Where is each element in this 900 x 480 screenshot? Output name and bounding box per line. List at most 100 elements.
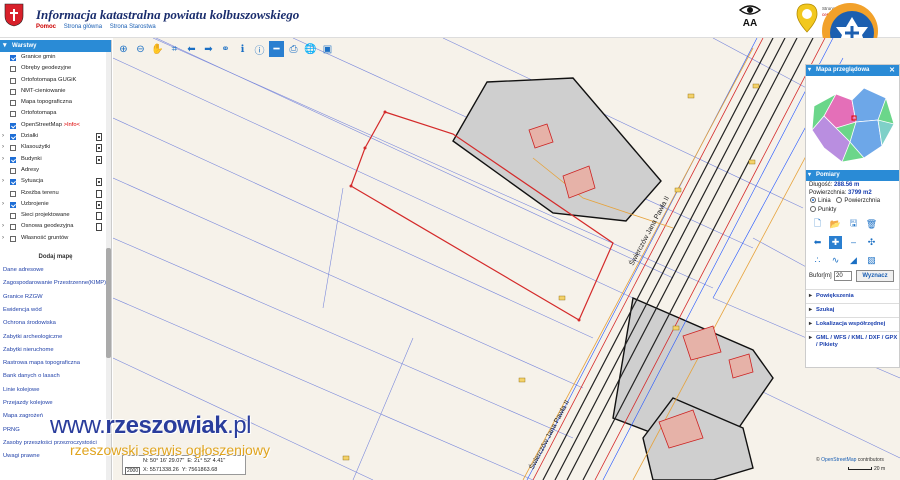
zoom-in-icon[interactable]: ⊕ <box>116 41 131 57</box>
new-document-icon[interactable]: 🗋 <box>811 218 824 231</box>
starostwo-link[interactable]: Strona Starostwa <box>110 24 156 30</box>
layer-item[interactable]: Granice gmin <box>0 52 111 63</box>
profile-icon[interactable]: ◢ <box>847 254 860 267</box>
expand-chevron-icon[interactable]: › <box>2 233 4 244</box>
layer-checkbox[interactable] <box>10 55 16 61</box>
section-search[interactable]: Szukaj <box>806 303 899 317</box>
move-vertex-icon[interactable]: ✣ <box>865 236 878 249</box>
buffer-input[interactable]: 20 <box>834 271 852 281</box>
remove-vertex-icon[interactable]: ‒ <box>847 236 860 249</box>
overview-map-graphic[interactable] <box>806 76 899 170</box>
measure-header[interactable]: Pomiary <box>806 170 899 181</box>
layer-checkbox[interactable] <box>10 156 16 163</box>
layer-info-link[interactable]: >Info< <box>64 122 80 128</box>
legend-document-icon[interactable] <box>96 212 102 221</box>
extra-map-link[interactable]: Zabytki archeologiczne <box>0 331 111 344</box>
extra-map-link[interactable]: Linie kolejowe <box>0 384 111 397</box>
layer-checkbox[interactable] <box>10 88 16 95</box>
arrow-left-icon[interactable]: ⬅ <box>811 236 824 249</box>
link-icon[interactable]: ⚭ <box>218 41 233 57</box>
layer-item[interactable]: Rzeźba terenu <box>0 188 111 199</box>
layer-checkbox[interactable] <box>10 190 16 197</box>
print-icon[interactable]: ⎙ <box>286 41 301 57</box>
expand-chevron-icon[interactable]: › <box>2 142 4 153</box>
layer-checkbox[interactable] <box>10 122 16 129</box>
mode-points-radio[interactable]: Punkty <box>806 206 899 215</box>
legend-document-icon[interactable] <box>96 178 102 187</box>
layer-checkbox[interactable] <box>10 66 16 73</box>
help-link[interactable]: Pomoc <box>36 24 56 30</box>
layer-checkbox[interactable] <box>10 134 16 141</box>
layer-checkbox[interactable] <box>10 201 16 208</box>
mode-line-radio[interactable]: Linia <box>810 197 831 204</box>
snap-icon[interactable]: ∴ <box>811 254 824 267</box>
layer-item[interactable]: › Osnowa geodezyjna <box>0 221 111 232</box>
extra-map-link[interactable]: Ochrona środowiska <box>0 317 111 330</box>
extra-map-link[interactable]: Zabytki nieruchome <box>0 344 111 357</box>
section-export-formats[interactable]: GML / WFS / KML / DXF / GPX / Pikiety <box>806 331 899 352</box>
legend-document-icon[interactable] <box>96 189 102 198</box>
extra-map-link[interactable]: Dane adresowe <box>0 264 111 277</box>
layer-item[interactable]: Adresy <box>0 165 111 176</box>
open-folder-icon[interactable]: 📂 <box>829 218 842 231</box>
overview-map-header[interactable]: Mapa przeglądowa✕ <box>806 65 899 76</box>
zoom-out-icon[interactable]: ⊖ <box>133 41 148 57</box>
layer-item[interactable]: › Uzbrojenie <box>0 199 111 210</box>
layer-item[interactable]: › Własność gruntów <box>0 233 111 244</box>
legend-document-icon[interactable] <box>96 223 102 232</box>
osm-link[interactable]: OpenStreetMap <box>821 457 856 463</box>
section-coordinate-location[interactable]: Lokalizacja współrzędnej <box>806 317 899 331</box>
feature-info-icon[interactable]: ⓘ <box>252 41 267 57</box>
layer-item[interactable]: Sieci projektowane <box>0 210 111 221</box>
add-vertex-icon[interactable]: ✚ <box>829 235 842 249</box>
layer-item[interactable]: › Działki <box>0 131 111 142</box>
forward-arrow-icon[interactable]: ➡ <box>201 41 216 57</box>
layer-checkbox[interactable] <box>10 111 16 118</box>
layer-checkbox[interactable] <box>10 100 16 107</box>
layers-panel-header[interactable]: Warstwy <box>0 40 111 52</box>
layers-scroll-thumb[interactable] <box>106 248 111 358</box>
compute-buffer-button[interactable]: Wyznacz <box>856 270 894 282</box>
layer-checkbox[interactable] <box>10 167 16 174</box>
legend-document-icon[interactable] <box>96 144 102 153</box>
pan-hand-icon[interactable]: ✋ <box>150 41 165 57</box>
polyline-icon[interactable]: ∿ <box>829 254 842 267</box>
layer-checkbox[interactable] <box>10 235 16 242</box>
legend-document-icon[interactable] <box>96 133 102 142</box>
overview-map[interactable] <box>806 76 899 170</box>
main-page-link[interactable]: Strona główna <box>64 24 102 30</box>
globe-icon[interactable]: 🌐 <box>303 41 318 57</box>
layer-checkbox[interactable] <box>10 213 16 220</box>
layer-item[interactable]: › Sytuacja <box>0 176 111 187</box>
legend-document-icon[interactable] <box>96 155 102 164</box>
layer-item[interactable]: Ortofotomapa <box>0 108 111 119</box>
save-icon[interactable]: 🖫 <box>847 218 860 231</box>
extra-map-link[interactable]: Zagospodarowanie Przestrzenne(KIMP) <box>0 277 111 290</box>
cube-icon[interactable]: ▧ <box>865 254 878 267</box>
layer-item[interactable]: Mapa topograficzna <box>0 97 111 108</box>
section-zoom[interactable]: Powiększenia <box>806 289 899 303</box>
layer-checkbox[interactable] <box>10 145 16 152</box>
expand-chevron-icon[interactable]: › <box>2 154 4 165</box>
extra-map-link[interactable]: Przejazdy kolejowe <box>0 397 111 410</box>
extra-map-link[interactable]: Bank danych o lasach <box>0 370 111 383</box>
legend-document-icon[interactable] <box>96 200 102 209</box>
expand-chevron-icon[interactable]: › <box>2 199 4 210</box>
layer-checkbox[interactable] <box>10 77 16 84</box>
expand-chevron-icon[interactable]: › <box>2 221 4 232</box>
measure-icon[interactable]: ━ <box>269 41 284 57</box>
info-icon[interactable]: ℹ <box>235 41 250 57</box>
layer-item[interactable]: › Klasoużytki <box>0 142 111 153</box>
delete-icon[interactable]: 🗑 <box>865 218 878 231</box>
mode-area-radio[interactable]: Powierzchnia <box>836 197 880 204</box>
extra-map-link[interactable]: Rastrowa mapa topograficzna <box>0 357 111 370</box>
layer-item[interactable]: OpenStreetMap >Info< <box>0 120 111 131</box>
expand-chevron-icon[interactable]: › <box>2 176 4 187</box>
extra-map-link[interactable]: Ewidencja wód <box>0 304 111 317</box>
eye-icon[interactable] <box>738 4 762 16</box>
layer-item[interactable]: NMT-cieniowanie <box>0 86 111 97</box>
close-icon[interactable]: ✕ <box>889 65 895 76</box>
font-size-toggle[interactable]: AA <box>738 18 762 29</box>
extra-map-link[interactable]: Granice RZGW <box>0 291 111 304</box>
back-arrow-icon[interactable]: ⬅ <box>184 41 199 57</box>
